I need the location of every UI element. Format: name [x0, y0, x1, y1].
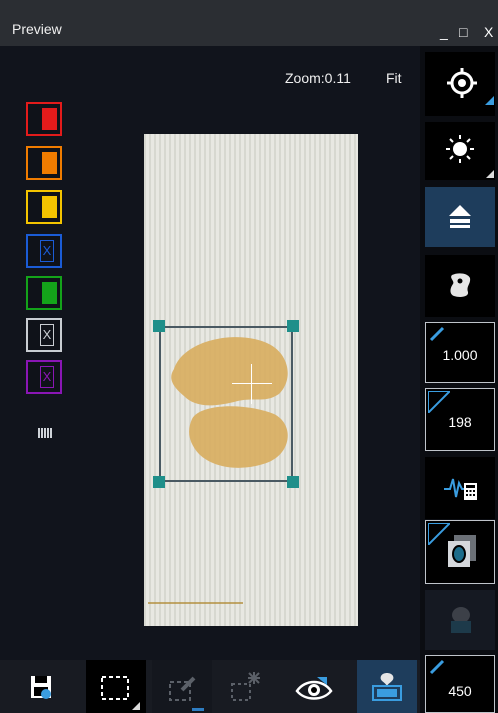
filter-gray[interactable]: X — [26, 318, 62, 352]
scan-slide-icon — [372, 673, 402, 701]
dropdown-arrow-icon — [486, 170, 494, 178]
filter-green[interactable] — [26, 276, 62, 310]
layer-overlay-icon — [448, 535, 476, 567]
edit-pencil-icon — [429, 326, 445, 342]
edit-pencil-icon — [429, 659, 445, 675]
crosshair-horizontal — [232, 383, 272, 384]
value-field-1[interactable]: 1.000 — [425, 322, 495, 383]
color-fill — [42, 152, 57, 174]
disabled-x-icon: X — [40, 366, 54, 388]
view-toggle-button[interactable] — [285, 660, 345, 713]
corner-icon — [428, 523, 450, 545]
minimize-button[interactable]: _ — [440, 24, 448, 40]
color-fill — [42, 196, 57, 218]
title-bar: Preview _ □ X — [0, 0, 498, 46]
resize-handle-top-left[interactable] — [153, 320, 165, 332]
eject-slide-button[interactable] — [425, 187, 495, 247]
corner-icon — [428, 391, 450, 413]
overlay-button[interactable] — [425, 520, 495, 584]
edit-rectangle-icon — [169, 676, 196, 701]
waveform-calculator-icon — [444, 478, 477, 500]
value-field-3[interactable]: 450 — [425, 655, 495, 713]
tissue-icon — [450, 273, 471, 297]
selection-rectangle[interactable] — [159, 326, 293, 482]
save-button[interactable] — [10, 660, 70, 713]
eye-icon — [295, 677, 333, 700]
disabled-x-icon: X — [40, 240, 54, 262]
disabled-x-icon: X — [40, 324, 54, 346]
value-1: 1.000 — [442, 347, 478, 363]
crosshair-vertical — [251, 364, 252, 404]
calibration-button[interactable] — [425, 457, 495, 519]
auto-select-icon — [231, 672, 260, 701]
tab-indicator — [192, 708, 204, 711]
maximize-button[interactable]: □ — [459, 24, 467, 40]
zoom-label: Zoom:0.11 — [285, 70, 351, 86]
color-fill — [42, 108, 57, 130]
scan-region-button[interactable] — [357, 660, 417, 713]
focus-target-icon — [447, 68, 477, 98]
filter-red[interactable] — [26, 102, 62, 136]
edit-region-button[interactable] — [152, 660, 212, 713]
filter-blue[interactable]: X — [26, 234, 62, 268]
window-title: Preview — [12, 21, 62, 37]
value-2: 198 — [448, 414, 472, 430]
value-3: 450 — [448, 683, 472, 699]
dropdown-arrow-icon — [132, 702, 140, 710]
value-field-2[interactable]: 198 — [425, 388, 495, 451]
resize-handle-bottom-left[interactable] — [153, 476, 165, 488]
filter-orange[interactable] — [26, 146, 62, 180]
filter-yellow[interactable] — [26, 190, 62, 224]
eject-icon — [449, 205, 471, 228]
resize-handle-bottom-right[interactable] — [287, 476, 299, 488]
auto-region-button[interactable] — [218, 660, 278, 713]
filter-purple[interactable]: X — [26, 360, 62, 394]
mask-icon — [451, 607, 471, 633]
fit-button[interactable]: Fit — [386, 70, 402, 86]
color-fill — [42, 282, 57, 304]
sun-icon — [446, 135, 474, 163]
dashed-rectangle-icon — [101, 676, 129, 700]
tissue-detect-button[interactable] — [425, 255, 495, 317]
focus-target-button[interactable] — [425, 52, 495, 116]
close-button[interactable]: X — [484, 24, 493, 40]
save-icon — [31, 676, 51, 699]
dropdown-arrow-icon — [485, 96, 494, 105]
resize-handle-top-right[interactable] — [287, 320, 299, 332]
select-region-button[interactable] — [86, 660, 146, 713]
barcode-icon[interactable] — [38, 428, 52, 438]
mask-button-disabled[interactable] — [425, 590, 495, 650]
brightness-button[interactable] — [425, 122, 495, 180]
